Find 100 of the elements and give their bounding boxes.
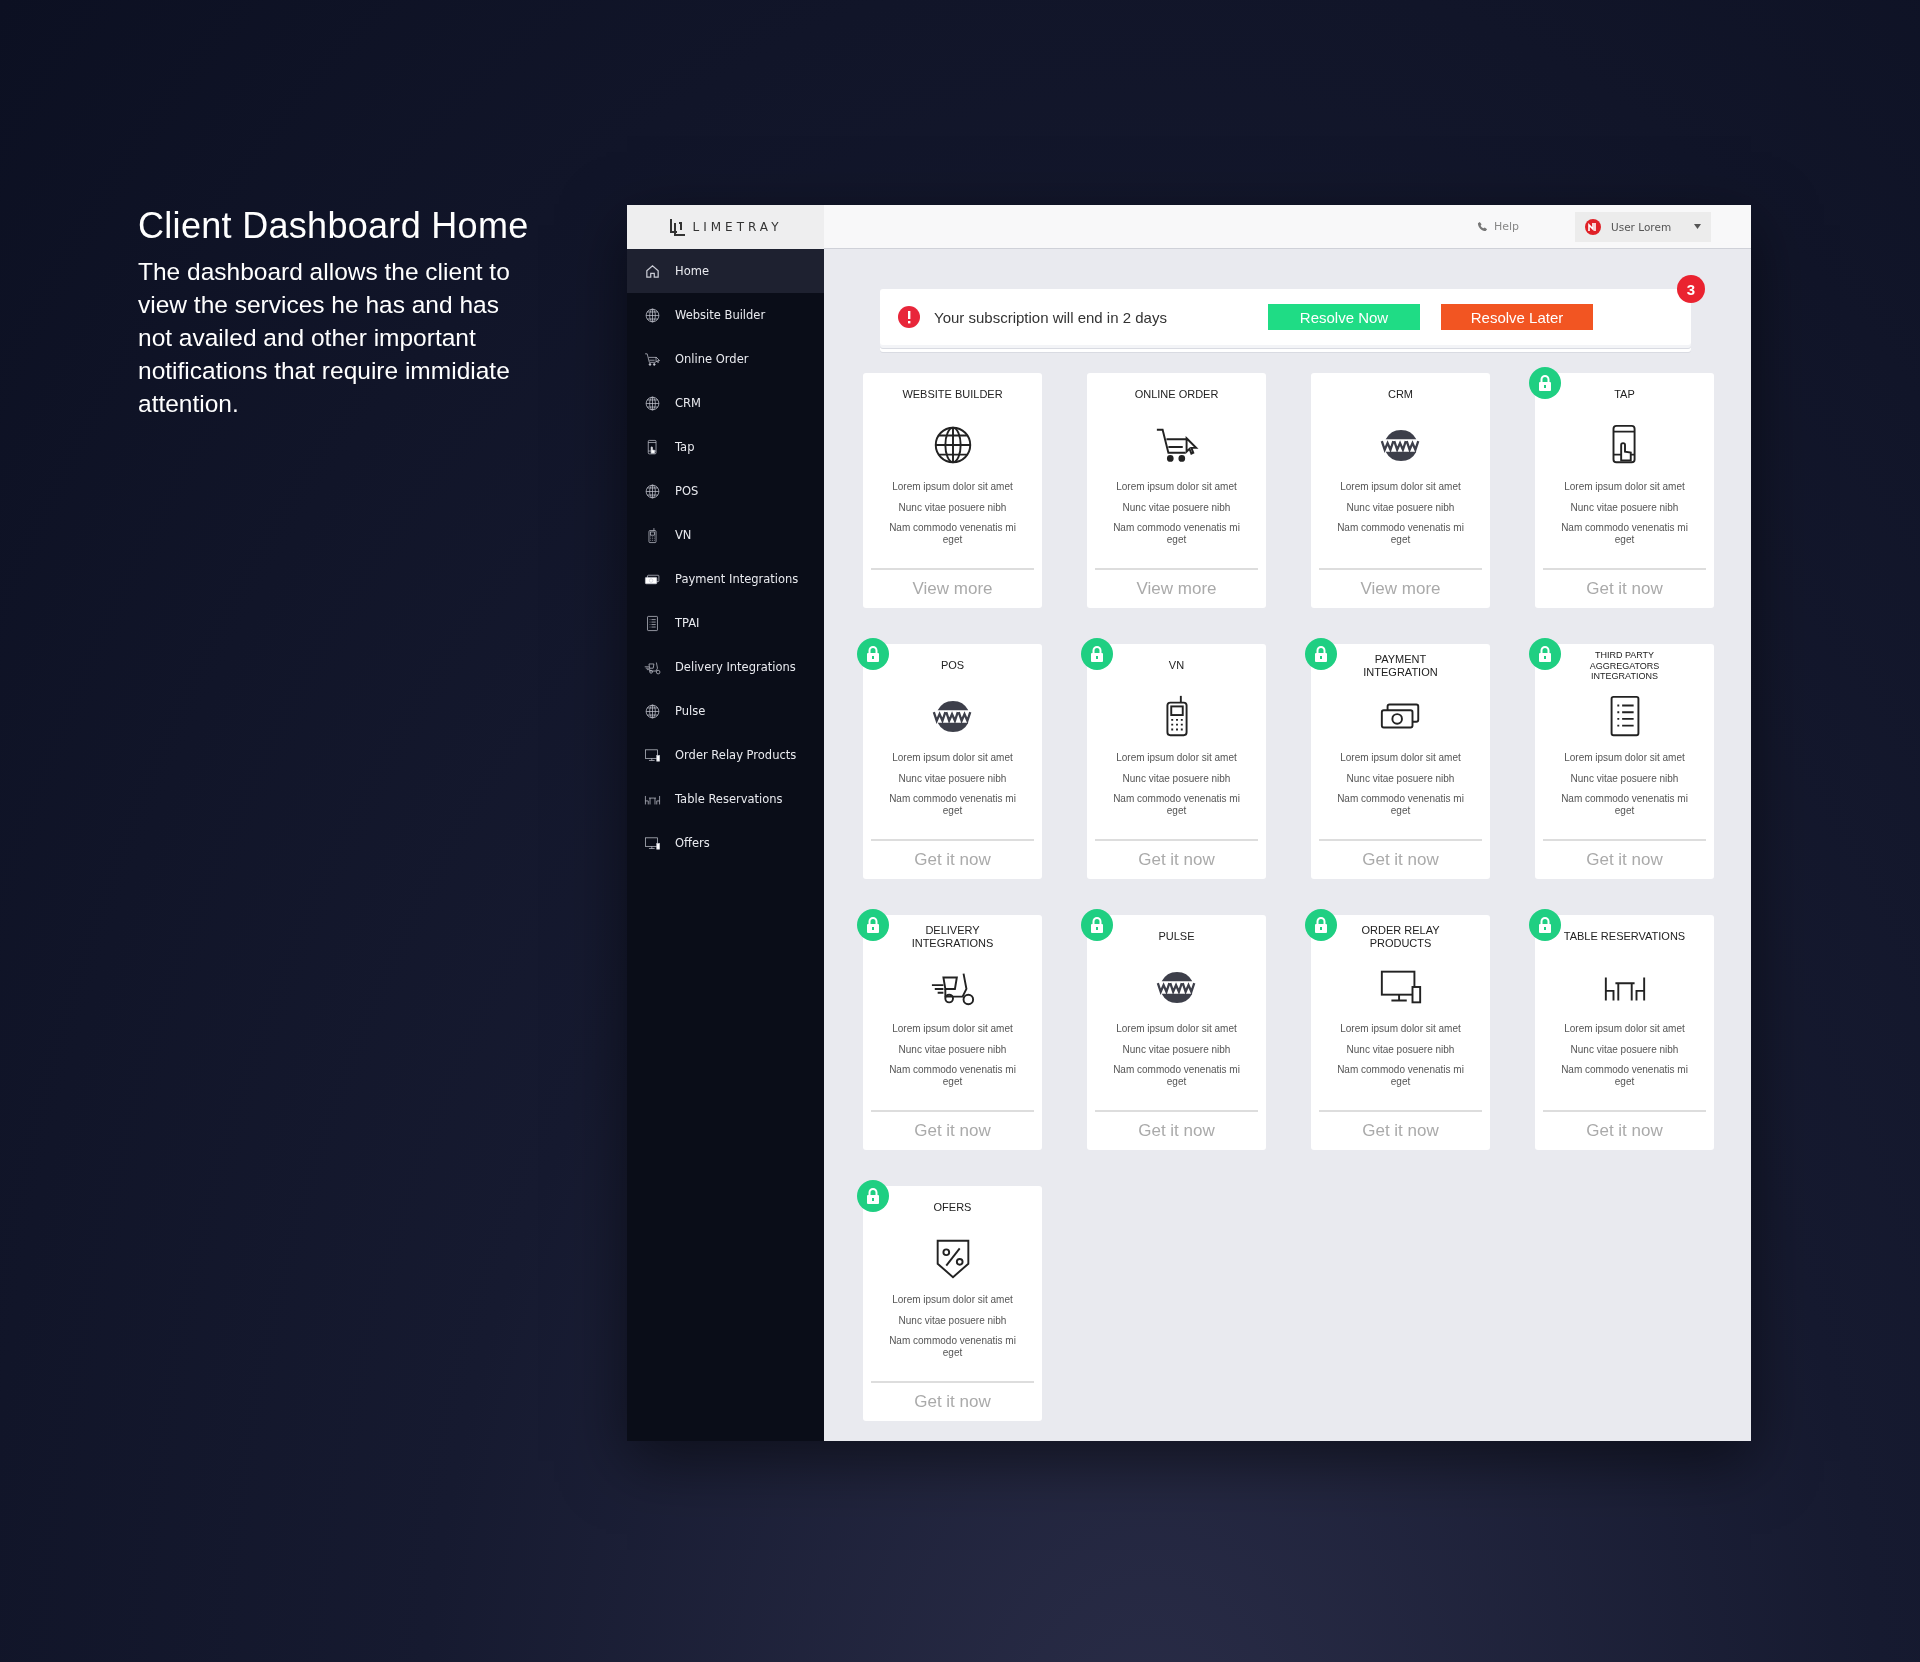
card-text: Nunc vitae posuere nibh — [897, 772, 1008, 784]
globe-icon — [644, 394, 661, 412]
card-text: Nunc vitae posuere nibh — [1345, 501, 1456, 513]
card-text: Nunc vitae posuere nibh — [897, 501, 1008, 513]
card-title: VN — [1167, 658, 1186, 674]
card-text: Nunc vitae posuere nibh — [1121, 501, 1232, 513]
resolve-now-button[interactable]: Resolve Now — [1268, 304, 1420, 330]
card-text: Nunc vitae posuere nibh — [1345, 1043, 1456, 1055]
card-action-link[interactable]: View more — [912, 570, 993, 608]
sidebar-item[interactable]: VN — [627, 513, 824, 557]
globe-icon — [644, 702, 661, 720]
card-title: TAP — [1613, 387, 1636, 403]
sidebar-item[interactable]: TPAI — [627, 601, 824, 645]
sidebar-item[interactable]: CRM — [627, 381, 824, 425]
card-action-link[interactable]: Get it now — [1586, 841, 1663, 879]
card-text: Nam commodo venenatis mi eget — [1112, 1064, 1241, 1087]
card-text: Nunc vitae posuere nibh — [1569, 501, 1680, 513]
card-text: Lorem ipsum dolor sit amet — [1339, 481, 1462, 493]
card-title: THIRD PARTY AGGREGATORS INTEGRATIONS — [1588, 648, 1661, 684]
card-text: Lorem ipsum dolor sit amet — [1563, 752, 1686, 764]
page-title: Client Dashboard Home — [138, 205, 530, 247]
card-text: Lorem ipsum dolor sit amet — [1115, 752, 1238, 764]
card-title: PAYMENT INTEGRATION — [1362, 651, 1439, 680]
card-text: Lorem ipsum dolor sit amet — [1115, 1023, 1238, 1035]
sidebar-item[interactable]: Home — [627, 249, 824, 293]
card-text: Nam commodo venenatis mi eget — [1560, 793, 1689, 816]
monitor-icon — [644, 834, 661, 852]
sidebar-item[interactable]: Table Reservations — [627, 777, 824, 821]
card-title: TABLE RESERVATIONS — [1562, 929, 1687, 945]
logo-icon — [668, 218, 687, 236]
card-action-link[interactable]: View more — [1136, 570, 1217, 608]
card-action-link[interactable]: Get it now — [1586, 1112, 1663, 1150]
card-text: Lorem ipsum dolor sit amet — [891, 752, 1014, 764]
sidebar-item[interactable]: Offers — [627, 821, 824, 865]
card-text: Nunc vitae posuere nibh — [1569, 1043, 1680, 1055]
card-title: WEBSITE BUILDER — [901, 387, 1004, 403]
notification-message: Your subscription will end in 2 days — [934, 308, 1168, 326]
card-text: Lorem ipsum dolor sit amet — [1339, 1023, 1462, 1035]
card-text: Nunc vitae posuere nibh — [897, 1314, 1008, 1326]
card-action-link[interactable]: Get it now — [914, 841, 991, 879]
card-action-link[interactable]: Get it now — [1362, 841, 1439, 879]
card-text: Nunc vitae posuere nibh — [897, 1043, 1008, 1055]
phone-icon — [1476, 221, 1488, 232]
card-action-link[interactable]: Get it now — [1586, 570, 1663, 608]
card-text: Nam commodo venenatis mi eget — [1112, 522, 1241, 545]
card-action-link[interactable]: View more — [1360, 570, 1441, 608]
resolve-later-button[interactable]: Resolve Later — [1441, 304, 1593, 330]
card-text: Lorem ipsum dolor sit amet — [1115, 481, 1238, 493]
globe-icon — [644, 482, 661, 500]
sidebar-item[interactable]: Order Relay Products — [627, 733, 824, 777]
list-icon — [644, 614, 661, 632]
card-title: OFERS — [932, 1200, 973, 1216]
card-action-link[interactable]: Get it now — [1138, 1112, 1215, 1150]
user-menu[interactable]: User Lorem — [1575, 211, 1711, 242]
card-text: Nam commodo venenatis mi eget — [1336, 793, 1465, 816]
card-text: Lorem ipsum dolor sit amet — [1563, 481, 1686, 493]
card-text: Nam commodo venenatis mi eget — [1560, 1064, 1689, 1087]
card-title: DELIVERY INTEGRATIONS — [910, 922, 995, 951]
card-text: Lorem ipsum dolor sit amet — [891, 481, 1014, 493]
card-text: Lorem ipsum dolor sit amet — [891, 1294, 1014, 1306]
card-action-link[interactable]: Get it now — [914, 1112, 991, 1150]
card-text: Nam commodo venenatis mi eget — [888, 1335, 1017, 1358]
card-title: CRM — [1386, 387, 1415, 403]
card-text: Nam commodo venenatis mi eget — [888, 1064, 1017, 1087]
card-title: ORDER RELAY PRODUCTS — [1360, 922, 1441, 951]
card-text: Lorem ipsum dolor sit amet — [891, 1023, 1014, 1035]
card-text: Nunc vitae posuere nibh — [1121, 1043, 1232, 1055]
card-text: Lorem ipsum dolor sit amet — [1339, 752, 1462, 764]
sidebar-item[interactable]: Payment Integrations — [627, 557, 824, 601]
notification-count-badge: 3 — [1677, 275, 1705, 303]
sidebar-item[interactable]: Tap — [627, 425, 824, 469]
alert-icon — [898, 306, 920, 328]
card-title: POS — [939, 658, 966, 674]
card-text: Nam commodo venenatis mi eget — [1336, 522, 1465, 545]
cart-icon — [644, 350, 661, 368]
globe-icon — [644, 306, 661, 324]
card-text: Nam commodo venenatis mi eget — [888, 793, 1017, 816]
sidebar-item[interactable]: POS — [627, 469, 824, 513]
sidebar-item[interactable]: Pulse — [627, 689, 824, 733]
sidebar-item[interactable]: Online Order — [627, 337, 824, 381]
card-text: Nunc vitae posuere nibh — [1345, 772, 1456, 784]
card-action-link[interactable]: Get it now — [1138, 841, 1215, 879]
card-text: Nunc vitae posuere nibh — [1121, 772, 1232, 784]
card-title: PULSE — [1157, 929, 1196, 945]
monitor-icon — [644, 746, 661, 764]
description-paragraph: The dashboard allows the client to view the services he has and has not availed and other important notifications that require immidiate attention. — [138, 257, 511, 419]
card-text: Lorem ipsum dolor sit amet — [1563, 1023, 1686, 1035]
home-icon — [644, 262, 661, 280]
logo-text: LIMETRAY — [692, 220, 783, 234]
card-text: Nunc vitae posuere nibh — [1569, 772, 1680, 784]
card-action-link[interactable]: Get it now — [1362, 1112, 1439, 1150]
card-text: Nam commodo venenatis mi eget — [1112, 793, 1241, 816]
card-action-link[interactable]: Get it now — [914, 1383, 991, 1421]
help-link[interactable]: Help — [1476, 220, 1519, 233]
sidebar-item[interactable]: Website Builder — [627, 293, 824, 337]
card-text: Nam commodo venenatis mi eget — [1560, 522, 1689, 545]
sidebar-item[interactable]: Delivery Integrations — [627, 645, 824, 689]
caret-icon — [1694, 224, 1701, 229]
user-logo-icon — [1585, 218, 1601, 235]
card-title: ONLINE ORDER — [1133, 387, 1220, 403]
